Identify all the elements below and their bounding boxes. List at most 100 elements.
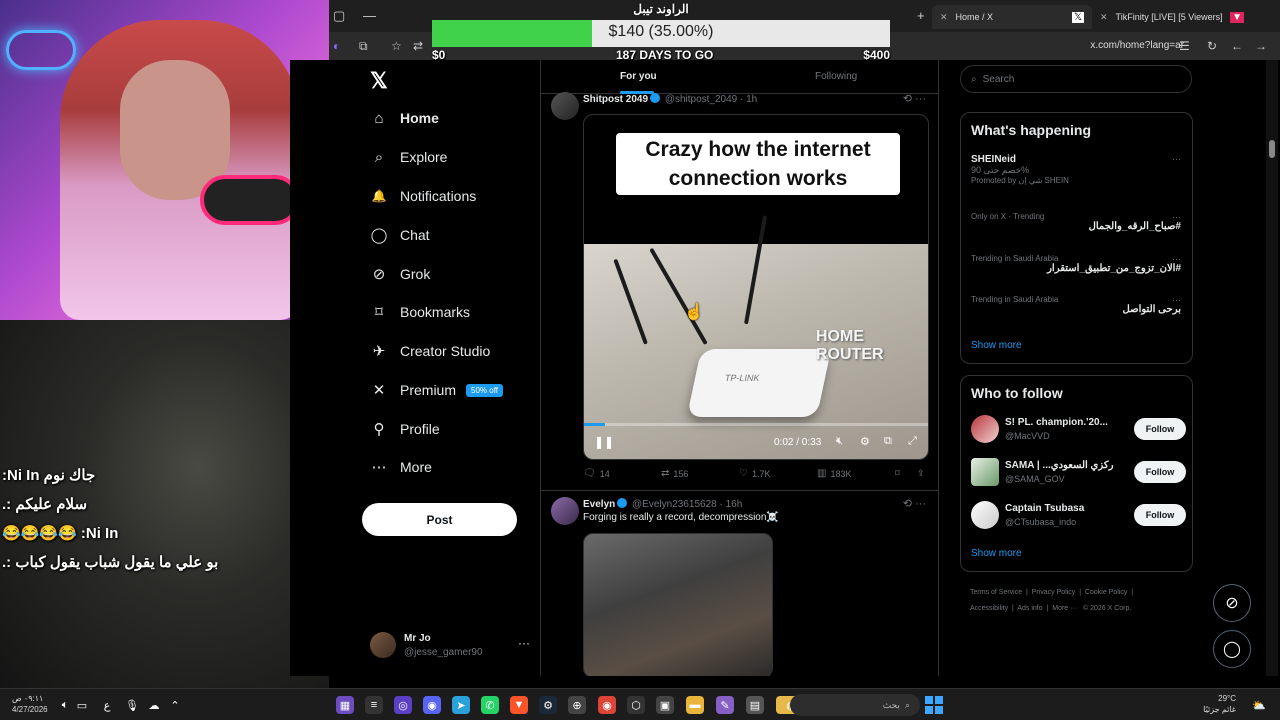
footer-link[interactable]: Privacy Policy (1032, 589, 1076, 596)
views-button[interactable]: ▥ 183K (817, 468, 851, 479)
footer-link[interactable]: Ads info (1017, 605, 1042, 612)
app-icon[interactable]: ◎ (394, 696, 412, 714)
footer-link[interactable]: Cookie Policy (1085, 589, 1127, 596)
search-input[interactable]: ⌕ Search (960, 65, 1192, 93)
trend-item[interactable]: SHEINeid خصم حتى 90% Promoted by شي إن S… (971, 154, 1181, 185)
site-settings-icon[interactable]: ☰ (1179, 39, 1190, 53)
chevron-up-icon[interactable]: ⌃ (166, 696, 184, 714)
trend-item[interactable]: Only on X · Trending #صباح_الرقه_والجمال… (971, 212, 1181, 232)
star-icon[interactable]: ☆ (391, 39, 402, 53)
tweet-handle[interactable]: @Evelyn23615628 · 16h (632, 499, 742, 510)
more-icon[interactable]: ⟲ ··· (903, 497, 926, 510)
mic-icon[interactable]: 🎙︎ (123, 696, 141, 714)
avatar[interactable] (551, 92, 579, 120)
tweet-author[interactable]: Shitpost 2049 (583, 94, 648, 105)
more-icon[interactable]: ⟲ ··· (903, 92, 926, 105)
onedrive-icon[interactable]: ☁ (145, 696, 163, 714)
follow-button[interactable]: Follow (1134, 461, 1186, 483)
sidebar-item-chat[interactable]: ◯ Chat (368, 220, 430, 250)
footer-link[interactable]: Terms of Service (970, 589, 1022, 596)
app-icon[interactable]: ⬡ (627, 696, 645, 714)
like-button[interactable]: ♡ 1.7K (739, 468, 770, 479)
file-explorer-icon[interactable]: ▬ (686, 696, 704, 714)
share-icon[interactable]: ⇪ (917, 468, 925, 479)
sidebar-item-home[interactable]: ⌂ Home (368, 103, 438, 133)
scrollbar[interactable] (1266, 60, 1278, 676)
new-tab-icon[interactable]: + (917, 8, 925, 23)
pip-icon[interactable]: ⧉ (884, 435, 892, 448)
extensions-icon[interactable]: ⧉ (359, 39, 368, 54)
close-icon[interactable]: ✕ (940, 12, 948, 23)
follow-suggestion[interactable]: SAMA | ...ركزي السعودي @SAMA_GOV Follow (971, 458, 1186, 488)
more-icon[interactable]: ··· (1172, 254, 1181, 264)
trend-item[interactable]: Trending in Saudi Arabia #الان_تزوج_من_ت… (971, 254, 1181, 274)
sidebar-item-explore[interactable]: ⌕ Explore (368, 142, 448, 172)
display-icon[interactable]: ▭ (73, 696, 91, 714)
forward-icon[interactable]: → (1255, 39, 1267, 53)
sidebar-item-creator-studio[interactable]: ✈ Creator Studio (368, 336, 491, 366)
chat-icon[interactable]: ◯ (1213, 630, 1251, 668)
back-icon[interactable]: ← (1231, 39, 1243, 53)
app-icon[interactable]: ▦ (336, 696, 354, 714)
trend-item[interactable]: Trending in Saudi Arabia برحى التواصل ··… (971, 295, 1181, 315)
clock[interactable]: ٠٩:١١ ص 4/27/2026 (12, 693, 48, 715)
reload-icon[interactable]: ↻ (1207, 39, 1217, 53)
app-icon[interactable]: ▤ (746, 696, 764, 714)
sidebar-item-premium[interactable]: ✕ Premium 50% off (368, 375, 503, 405)
tweet-image[interactable] (583, 533, 773, 676)
minimize-icon[interactable]: — (363, 8, 376, 23)
tab-home-x[interactable]: ✕ Home / X 𝕏 (932, 5, 1092, 29)
avatar[interactable] (551, 497, 579, 525)
more-icon[interactable]: ··· (1172, 295, 1181, 305)
follow-suggestion[interactable]: S! PL. champion.'20... @MacVVD Follow (971, 415, 1186, 445)
follow-button[interactable]: Follow (1134, 504, 1186, 526)
steam-icon[interactable]: ⚙ (539, 696, 557, 714)
taskbar-search[interactable]: بحث ⌕ (790, 694, 920, 716)
more-icon[interactable]: ··· (518, 636, 530, 650)
sidebar-item-notifications[interactable]: 🔔 Notifications (368, 181, 477, 211)
app-icon[interactable]: ✎ (716, 696, 734, 714)
close-icon[interactable]: ✕ (1100, 12, 1108, 23)
fullscreen-icon[interactable]: ⤢ (908, 435, 917, 448)
app-icon[interactable]: ≡ (365, 696, 383, 714)
tab-tikfinity[interactable]: ✕ TikFinity [LIVE] [5 Viewers] ▼ (1092, 5, 1252, 29)
video-progress-bar[interactable] (584, 423, 928, 426)
bookmark-icon[interactable]: ⌑ (895, 468, 900, 479)
app-icon[interactable]: ⊕ (568, 696, 586, 714)
repost-button[interactable]: ⇄ 156 (661, 468, 688, 479)
settings-icon[interactable]: ⚙ (860, 435, 870, 448)
more-icon[interactable]: ··· (1172, 212, 1181, 222)
maximize-icon[interactable]: ▢ (333, 8, 345, 24)
chrome-icon[interactable]: ◉ (598, 696, 616, 714)
brave-icon[interactable]: ▼ (510, 696, 528, 714)
weather-widget[interactable]: 29°C غائم جزئيًا (1203, 693, 1236, 715)
sidebar-item-more[interactable]: ⋯ More (368, 452, 432, 482)
x-logo-icon[interactable]: 𝕏 (370, 68, 388, 94)
volume-icon[interactable]: 🔈︎ (56, 696, 74, 714)
pause-icon[interactable]: ❚❚ (594, 435, 614, 449)
sidebar-item-bookmarks[interactable]: ⌑ Bookmarks (368, 297, 470, 327)
discord-icon[interactable]: ◉ (423, 696, 441, 714)
grok-icon[interactable]: ⊘ (1213, 584, 1251, 622)
mute-icon[interactable]: 🔇︎ (836, 435, 843, 448)
sidebar-item-profile[interactable]: ⚲ Profile (368, 414, 440, 444)
language-icon[interactable]: ع (98, 696, 116, 714)
follow-button[interactable]: Follow (1134, 418, 1186, 440)
tweet-handle[interactable]: @shitpost_2049 · 1h (665, 94, 757, 105)
edge-sidebar-icon[interactable]: ◐ (333, 39, 340, 53)
telegram-icon[interactable]: ➤ (452, 696, 470, 714)
windows-start-icon[interactable] (925, 696, 943, 714)
follow-suggestion[interactable]: Captain Tsubasa @CTsubasa_indo Follow (971, 501, 1186, 531)
more-icon[interactable]: ··· (1172, 154, 1181, 164)
reply-button[interactable]: 🗨︎ 14 (583, 468, 610, 479)
store-icon[interactable]: ▣ (656, 696, 674, 714)
tab-following[interactable]: Following (815, 71, 857, 82)
scroll-thumb[interactable] (1269, 140, 1275, 158)
footer-link[interactable]: More ··· (1052, 605, 1077, 612)
tweet-author[interactable]: Evelyn (583, 499, 615, 510)
account-switcher[interactable]: Mr Jo @jesse_gamer90 ··· (370, 630, 530, 660)
show-more-link[interactable]: Show more (971, 340, 1022, 351)
post-button[interactable]: Post (362, 503, 517, 536)
show-more-link[interactable]: Show more (971, 548, 1022, 559)
footer-link[interactable]: Accessibility (970, 605, 1008, 612)
